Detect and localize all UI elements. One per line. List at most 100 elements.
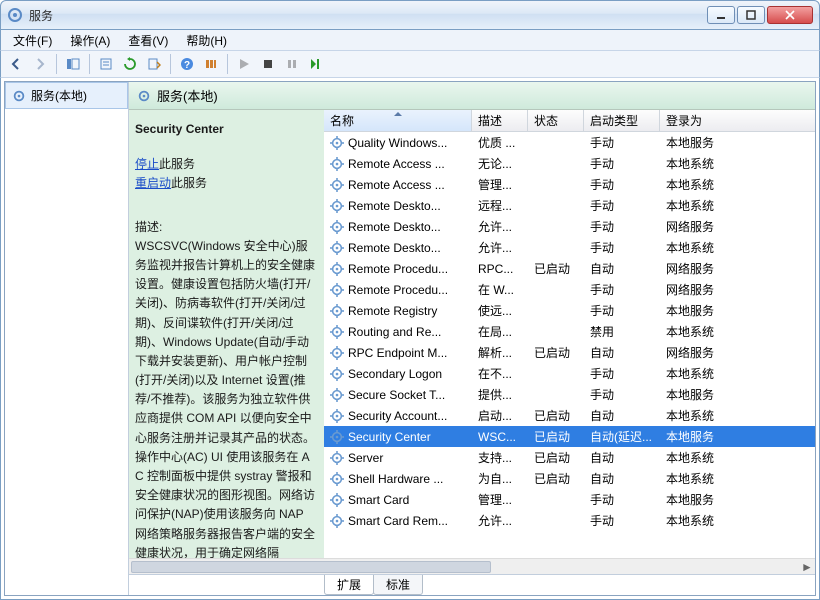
service-logon-cell: 本地系统	[660, 449, 815, 466]
service-gear-icon	[330, 430, 344, 444]
back-button[interactable]	[5, 53, 27, 75]
service-gear-icon	[330, 451, 344, 465]
service-row[interactable]: Security Account...启动...已启动自动本地系统	[324, 405, 815, 426]
service-name-cell: Security Account...	[348, 409, 447, 423]
start-service-button[interactable]	[233, 53, 255, 75]
service-row[interactable]: Secondary Logon在不...手动本地系统	[324, 363, 815, 384]
service-name-cell: Secondary Logon	[348, 367, 442, 381]
service-name-cell: RPC Endpoint M...	[348, 346, 447, 360]
refresh-button[interactable]	[119, 53, 141, 75]
service-logon-cell: 本地服务	[660, 491, 815, 508]
service-row[interactable]: Remote Access ...管理...手动本地系统	[324, 174, 815, 195]
menu-file[interactable]: 文件(F)	[5, 31, 60, 50]
service-gear-icon	[330, 493, 344, 507]
service-desc-cell: RPC...	[472, 262, 528, 276]
service-status-cell: 已启动	[528, 407, 584, 424]
service-row[interactable]: Remote Procedu...RPC...已启动自动网络服务	[324, 258, 815, 279]
service-row[interactable]: Routing and Re...在局...禁用本地系统	[324, 321, 815, 342]
tab-extended[interactable]: 扩展	[324, 575, 374, 595]
service-desc-cell: 在 W...	[472, 281, 528, 298]
service-row[interactable]: Security CenterWSC...已启动自动(延迟...本地服务	[324, 426, 815, 447]
service-desc-cell: WSC...	[472, 430, 528, 444]
service-start-cell: 自动	[584, 407, 660, 424]
service-status-cell: 已启动	[528, 449, 584, 466]
service-logon-cell: 本地系统	[660, 155, 815, 172]
restart-service-link[interactable]: 重启动	[135, 176, 171, 190]
stop-service-button[interactable]	[257, 53, 279, 75]
service-status-cell: 已启动	[528, 470, 584, 487]
service-gear-icon	[330, 472, 344, 486]
service-row[interactable]: Remote Access ...无论...手动本地系统	[324, 153, 815, 174]
show-hide-tree-button[interactable]	[62, 53, 84, 75]
description-text: WSCSVC(Windows 安全中心)服务监视并报告计算机上的安全健康设置。健…	[135, 237, 318, 563]
service-gear-icon	[330, 325, 344, 339]
service-start-cell: 手动	[584, 155, 660, 172]
help-button[interactable]: ?	[176, 53, 198, 75]
stop-service-link[interactable]: 停止	[135, 157, 159, 171]
service-name-cell: Server	[348, 451, 383, 465]
service-start-cell: 禁用	[584, 323, 660, 340]
service-row[interactable]: Shell Hardware ...为自...已启动自动本地系统	[324, 468, 815, 489]
client-area: 服务(本地) 服务(本地) Security Center 停止此服务 重启动此…	[0, 78, 820, 600]
service-row[interactable]: Remote Deskto...远程...手动本地系统	[324, 195, 815, 216]
service-row[interactable]: RPC Endpoint M...解析...已启动自动网络服务	[324, 342, 815, 363]
service-logon-cell: 本地系统	[660, 512, 815, 529]
maximize-button[interactable]	[737, 6, 765, 24]
scrollbar-thumb[interactable]	[131, 561, 491, 573]
service-desc-cell: 允许...	[472, 218, 528, 235]
menu-view[interactable]: 查看(V)	[120, 31, 176, 50]
properties-button[interactable]	[95, 53, 117, 75]
service-logon-cell: 网络服务	[660, 218, 815, 235]
minimize-button[interactable]	[707, 6, 735, 24]
service-desc-cell: 允许...	[472, 239, 528, 256]
tab-standard[interactable]: 标准	[373, 575, 423, 595]
service-name-cell: Smart Card Rem...	[348, 514, 448, 528]
service-name-cell: Remote Deskto...	[348, 220, 441, 234]
forward-button[interactable]	[29, 53, 51, 75]
service-row[interactable]: Smart Card 管理... 手动本地服务	[324, 489, 815, 510]
service-name-cell: Smart Card	[348, 493, 409, 507]
service-row[interactable]: Secure Socket T...提供...手动本地服务	[324, 384, 815, 405]
nav-item-services-local[interactable]: 服务(本地)	[5, 82, 128, 109]
service-start-cell: 手动	[584, 491, 660, 508]
menu-action[interactable]: 操作(A)	[62, 31, 118, 50]
scroll-right-arrow[interactable]: ►	[799, 559, 815, 575]
column-header-name[interactable]: 名称	[324, 110, 472, 131]
service-desc-cell: 允许...	[472, 512, 528, 529]
service-desc-cell: 无论...	[472, 155, 528, 172]
service-row[interactable]: Smart Card Rem...允许...手动本地系统	[324, 510, 815, 531]
service-gear-icon	[330, 178, 344, 192]
service-row[interactable]: Quality Windows...优质 ...手动本地服务	[324, 132, 815, 153]
column-header-logon-as[interactable]: 登录为	[660, 110, 815, 131]
restart-service-button[interactable]	[305, 53, 327, 75]
service-name-cell: Remote Deskto...	[348, 199, 441, 213]
service-gear-icon	[330, 409, 344, 423]
pause-service-button[interactable]	[281, 53, 303, 75]
column-header-status[interactable]: 状态	[528, 110, 584, 131]
service-row[interactable]: Server支持...已启动自动本地系统	[324, 447, 815, 468]
menu-help[interactable]: 帮助(H)	[178, 31, 235, 50]
service-name-cell: Remote Procedu...	[348, 283, 448, 297]
select-columns-button[interactable]	[200, 53, 222, 75]
service-logon-cell: 网络服务	[660, 281, 815, 298]
service-desc-cell: 管理...	[472, 491, 528, 508]
horizontal-scrollbar[interactable]: ◄ ►	[129, 558, 815, 574]
close-button[interactable]	[767, 6, 813, 24]
service-row[interactable]: Remote Registry使远...手动本地服务	[324, 300, 815, 321]
service-name-cell: Remote Procedu...	[348, 262, 448, 276]
service-row[interactable]: Remote Deskto...允许...手动网络服务	[324, 216, 815, 237]
service-gear-icon	[330, 136, 344, 150]
export-list-button[interactable]	[143, 53, 165, 75]
service-name-cell: Remote Registry	[348, 304, 437, 318]
services-app-icon	[7, 7, 23, 23]
svg-text:?: ?	[184, 60, 190, 71]
column-header-startup-type[interactable]: 启动类型	[584, 110, 660, 131]
pane-header-icon	[137, 89, 151, 103]
column-header-description[interactable]: 描述	[472, 110, 528, 131]
description-label: 描述:	[135, 218, 318, 237]
service-gear-icon	[330, 304, 344, 318]
navigation-tree: 服务(本地)	[5, 82, 129, 595]
service-row[interactable]: Remote Procedu...在 W...手动网络服务	[324, 279, 815, 300]
service-start-cell: 自动(延迟...	[584, 428, 660, 445]
service-row[interactable]: Remote Deskto...允许...手动本地系统	[324, 237, 815, 258]
